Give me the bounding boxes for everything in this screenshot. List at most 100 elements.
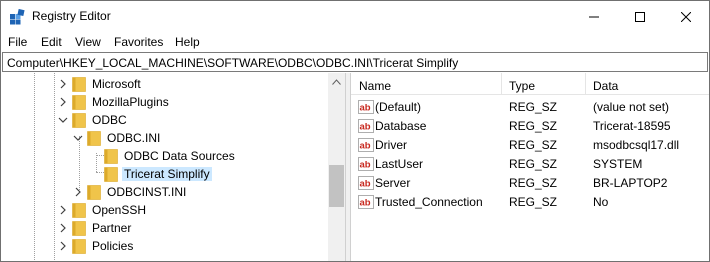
folder-icon xyxy=(72,239,86,254)
value-row[interactable]: ab Driver REG_SZ msodbcsql17.dll xyxy=(351,136,709,155)
title-bar[interactable]: Registry Editor xyxy=(1,1,709,32)
value-type-cell: REG_SZ xyxy=(509,138,558,152)
string-value-icon: ab xyxy=(358,119,374,133)
tree-vertical-scrollbar[interactable] xyxy=(328,73,345,261)
value-type-cell: REG_SZ xyxy=(509,100,558,114)
folder-icon xyxy=(104,167,118,182)
values-list-pane[interactable]: Name Type Data ab (Default) REG_SZ (value n… xyxy=(351,73,709,261)
address-path: Computer\HKEY_LOCAL_MACHINE\SOFTWARE\ODB… xyxy=(7,56,459,70)
close-icon xyxy=(681,11,691,22)
menu-edit[interactable]: Edit xyxy=(41,35,62,49)
svg-text:ab: ab xyxy=(360,141,371,152)
tree-item-label: ODBCINST.INI xyxy=(107,185,187,199)
svg-text:ab: ab xyxy=(360,198,371,209)
folder-icon xyxy=(72,77,86,92)
value-row[interactable]: ab LastUser REG_SZ SYSTEM xyxy=(351,155,709,174)
close-button[interactable] xyxy=(663,1,709,32)
address-bar[interactable]: Computer\HKEY_LOCAL_MACHINE\SOFTWARE\ODB… xyxy=(2,52,708,72)
chevron-down-icon[interactable] xyxy=(72,132,84,144)
column-header-name[interactable]: Name xyxy=(359,79,391,93)
tree-item-label: OpenSSH xyxy=(92,203,147,217)
tree-item[interactable]: ODBC Data Sources xyxy=(2,147,332,165)
list-header: Name Type Data xyxy=(351,73,709,95)
tree-item[interactable]: ODBC xyxy=(2,111,332,129)
column-divider[interactable] xyxy=(585,73,586,95)
value-row[interactable]: ab Database REG_SZ Tricerat-18595 xyxy=(351,117,709,136)
value-name-cell: Server xyxy=(375,176,411,190)
value-row[interactable]: ab Trusted_Connection REG_SZ No xyxy=(351,193,709,212)
svg-text:ab: ab xyxy=(360,122,371,133)
value-name-cell: LastUser xyxy=(375,157,424,171)
folder-icon xyxy=(104,149,118,164)
folder-icon xyxy=(87,131,101,146)
menu-favorites[interactable]: Favorites xyxy=(114,35,163,49)
tree-item-label: Partner xyxy=(92,221,132,235)
value-name-cell: Database xyxy=(375,119,427,133)
chevron-right-icon[interactable] xyxy=(57,240,69,252)
chevron-up-icon xyxy=(332,78,341,85)
tree-item[interactable]: ODBCINST.INI xyxy=(2,183,332,201)
string-value-icon: ab xyxy=(358,195,374,209)
scrollbar-thumb[interactable] xyxy=(329,165,344,207)
value-type-cell: REG_SZ xyxy=(509,119,558,133)
string-value-icon: ab xyxy=(358,100,374,114)
tree-item[interactable]: Tricerat Simplify xyxy=(2,165,332,183)
tree-item-label: ODBC.INI xyxy=(107,131,161,145)
chevron-right-icon[interactable] xyxy=(57,222,69,234)
svg-text:ab: ab xyxy=(360,103,371,114)
string-value-icon: ab xyxy=(358,157,374,171)
value-type-cell: REG_SZ xyxy=(509,195,558,209)
window-title: Registry Editor xyxy=(32,9,111,23)
column-divider[interactable] xyxy=(501,73,502,95)
menu-help[interactable]: Help xyxy=(175,35,200,49)
menu-bar: File Edit View Favorites Help xyxy=(1,32,709,52)
value-data-cell: msodbcsql17.dll xyxy=(593,138,680,152)
minimize-button[interactable] xyxy=(571,1,617,32)
folder-icon xyxy=(72,221,86,236)
value-type-cell: REG_SZ xyxy=(509,157,558,171)
tree-item[interactable]: Microsoft xyxy=(2,75,332,93)
tree-item[interactable]: ODBC.INI xyxy=(2,129,332,147)
tree-item[interactable]: Partner xyxy=(2,219,332,237)
value-row[interactable]: ab Server REG_SZ BR-LAPTOP2 xyxy=(351,174,709,193)
folder-icon xyxy=(87,185,101,200)
key-tree-pane[interactable]: Microsoft MozillaPlugins ODBC ODBC.INI ODBC … xyxy=(2,73,344,261)
string-value-icon: ab xyxy=(358,138,374,152)
chevron-down-icon[interactable] xyxy=(57,114,69,126)
maximize-icon xyxy=(635,11,645,22)
tree-item[interactable]: OpenSSH xyxy=(2,201,332,219)
value-row[interactable]: ab (Default) REG_SZ (value not set) xyxy=(351,98,709,117)
folder-icon xyxy=(72,203,86,218)
value-name-cell: Driver xyxy=(375,138,407,152)
tree-item-label: ODBC xyxy=(92,113,127,127)
column-header-type[interactable]: Type xyxy=(509,79,535,93)
svg-text:ab: ab xyxy=(360,160,371,171)
minimize-icon xyxy=(589,16,599,17)
scroll-up-button[interactable] xyxy=(328,73,345,90)
maximize-button[interactable] xyxy=(617,1,663,32)
menu-view[interactable]: View xyxy=(75,35,101,49)
value-data-cell: SYSTEM xyxy=(593,157,643,171)
svg-text:ab: ab xyxy=(360,179,371,190)
tree-item-label: Policies xyxy=(92,239,134,253)
tree-item[interactable]: MozillaPlugins xyxy=(2,93,332,111)
tree-item-label: MozillaPlugins xyxy=(92,95,169,109)
tree-item-label: ODBC Data Sources xyxy=(124,149,235,163)
menu-file[interactable]: File xyxy=(8,35,27,49)
value-data-cell: Tricerat-18595 xyxy=(593,119,671,133)
chevron-right-icon[interactable] xyxy=(57,78,69,90)
value-type-cell: REG_SZ xyxy=(509,176,558,190)
chevron-right-icon[interactable] xyxy=(72,186,84,198)
string-value-icon: ab xyxy=(358,176,374,190)
registry-editor-app-icon xyxy=(10,9,25,25)
value-name-cell: (Default) xyxy=(375,100,422,114)
value-data-cell: BR-LAPTOP2 xyxy=(593,176,668,190)
chevron-right-icon[interactable] xyxy=(57,96,69,108)
column-header-data[interactable]: Data xyxy=(593,79,618,93)
tree-item[interactable]: Policies xyxy=(2,237,332,255)
value-name-cell: Trusted_Connection xyxy=(375,195,483,209)
value-data-cell: No xyxy=(593,195,609,209)
tree-item-label: Microsoft xyxy=(92,77,141,91)
chevron-right-icon[interactable] xyxy=(57,204,69,216)
tree-item-label: Tricerat Simplify xyxy=(122,167,212,181)
